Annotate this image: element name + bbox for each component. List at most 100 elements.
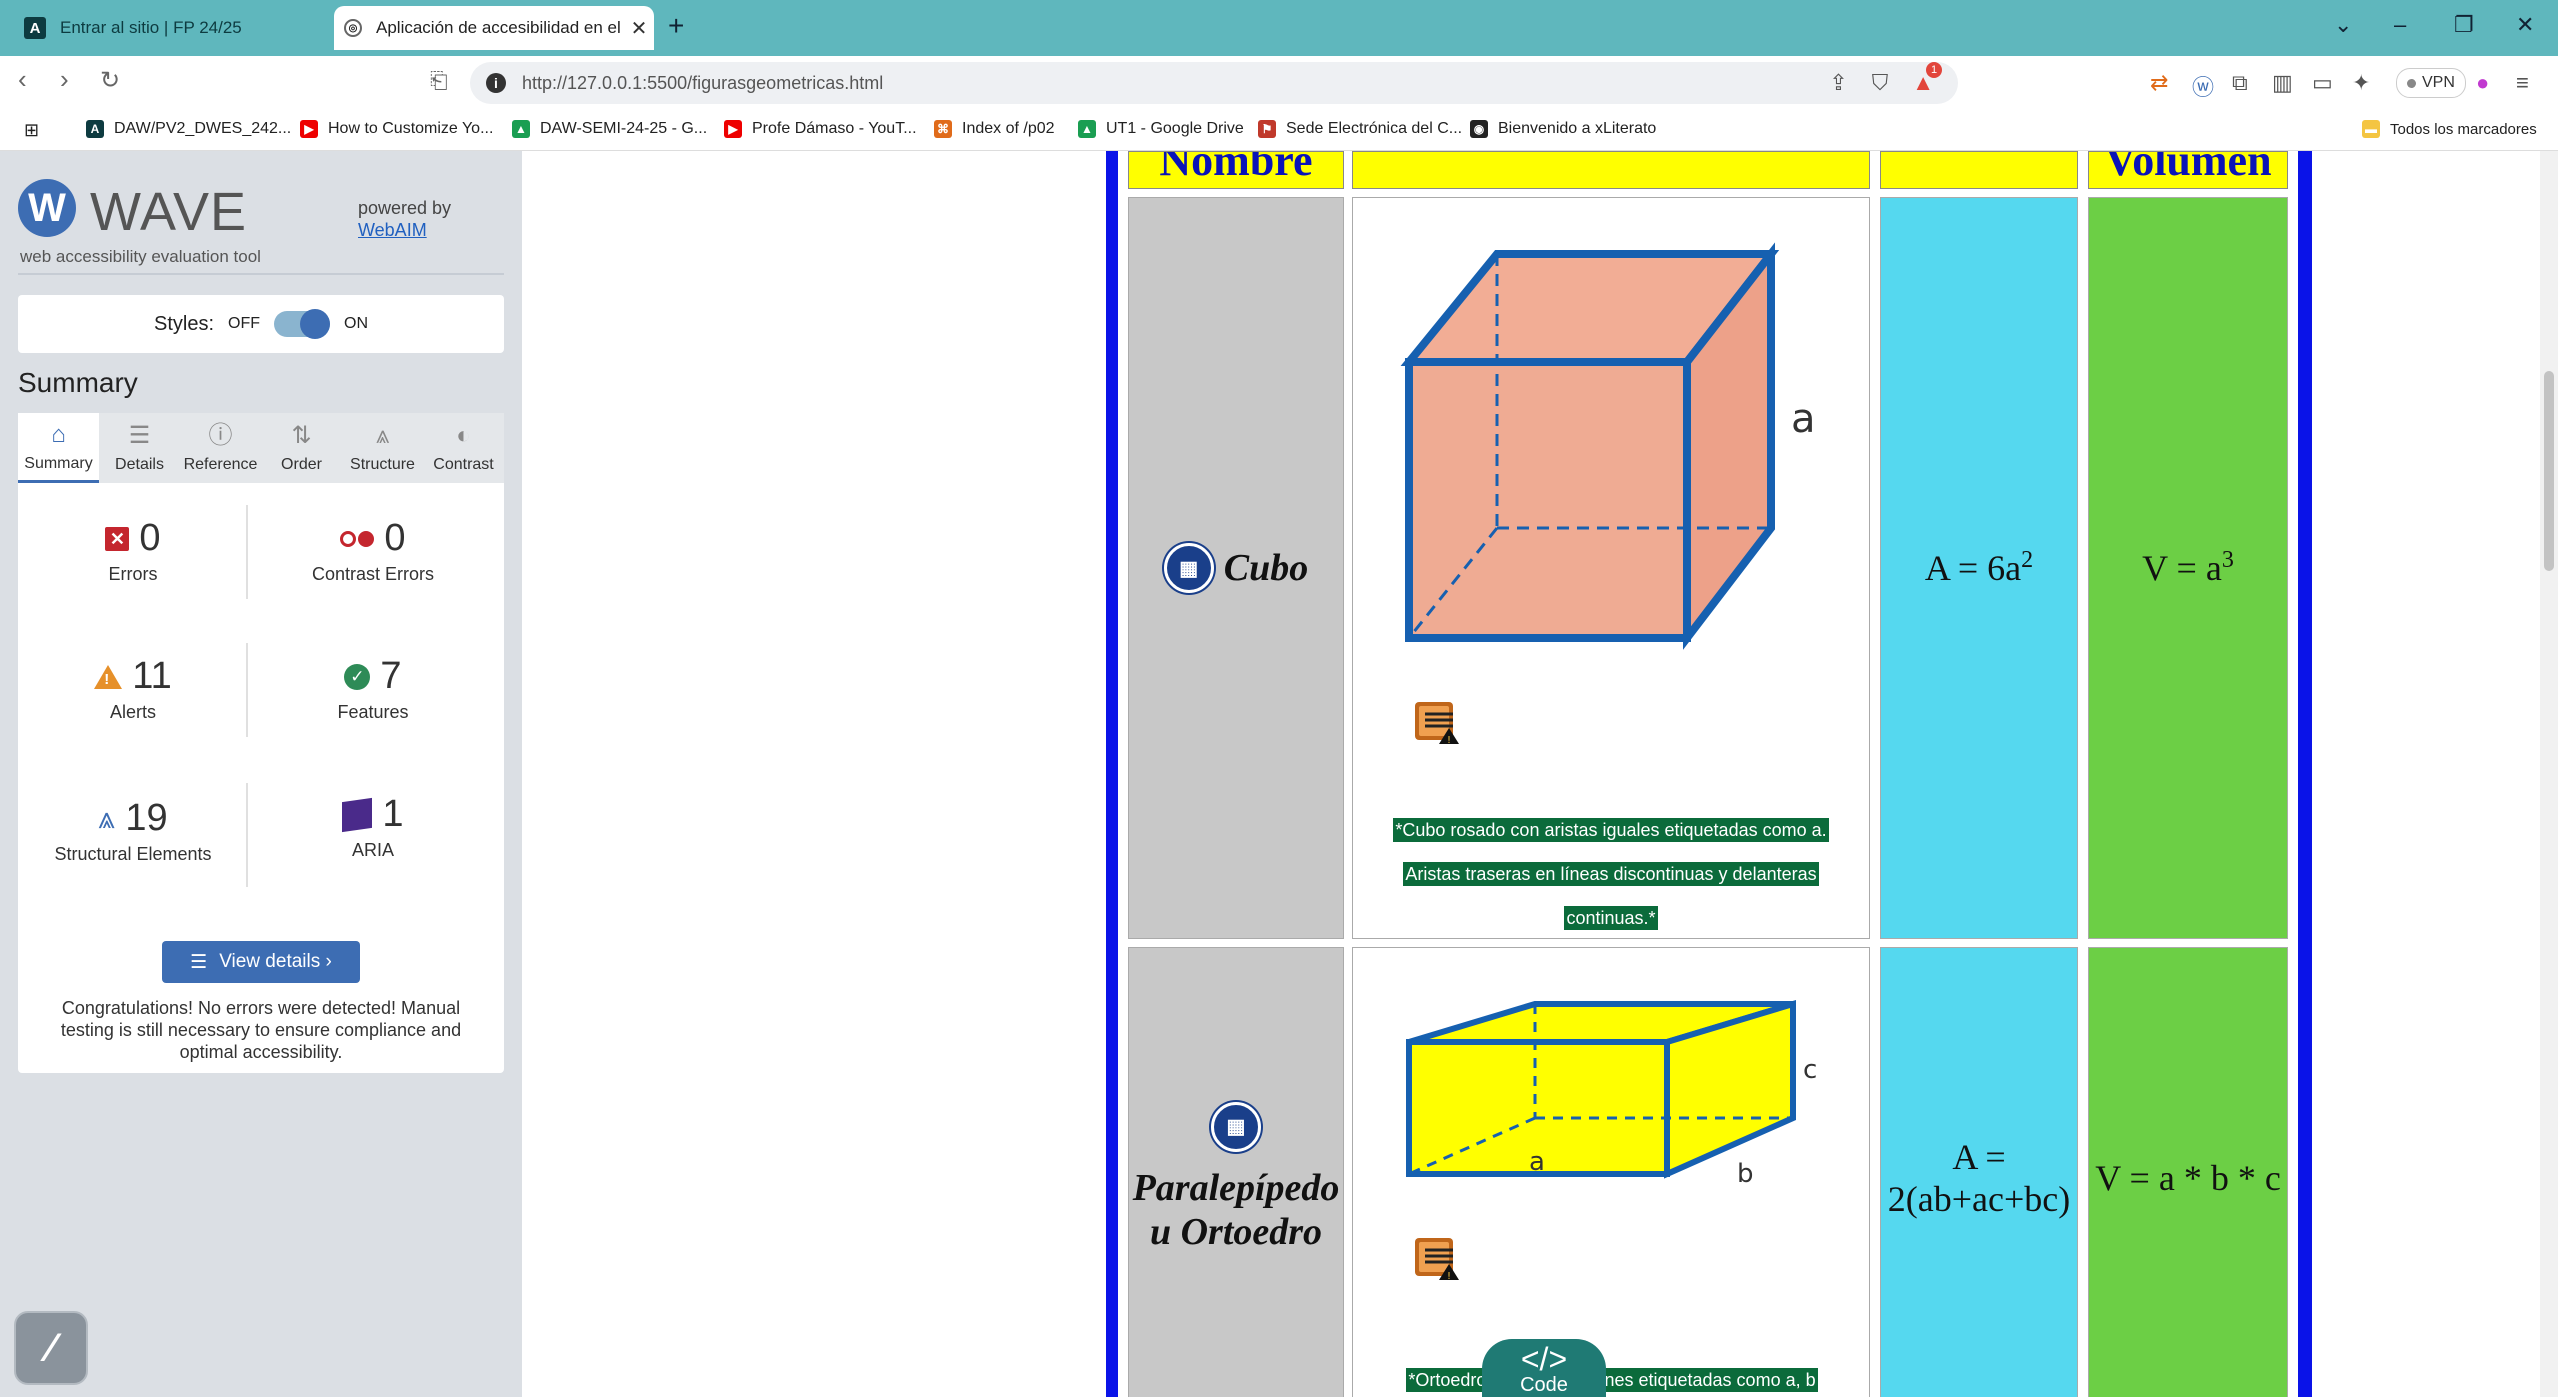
forward-button[interactable]: › (60, 64, 69, 95)
leo-ai-icon[interactable]: ✦ (2352, 70, 2370, 96)
edge-label-a: a (1529, 1147, 1545, 1177)
tab-title: Entrar al sitio | FP 24/25 (60, 18, 242, 37)
table-icon[interactable]: ▦ (1163, 543, 1214, 593)
alt-text-alert-icon[interactable]: ! (1413, 698, 1461, 746)
alert-icon: ! (94, 664, 123, 689)
bookmark-icon[interactable]: ⎗ (430, 68, 448, 94)
bookmark-item[interactable]: ▶ How to Customize Yo... (300, 120, 493, 138)
page-scrollbar[interactable] (2540, 151, 2558, 1397)
alerts-stat[interactable]: ! 11 Alerts (18, 655, 248, 723)
extensions-puzzle-icon[interactable]: ⧉ (2232, 70, 2248, 96)
restore-button[interactable]: ❐ (2454, 12, 2474, 38)
row-area-cubo: A = 6a2 (1880, 197, 2078, 939)
wave-logo-text: WAVE (90, 182, 248, 242)
aria-label: ARIA (351, 840, 394, 860)
url-text[interactable]: http://127.0.0.1:5500/figurasgeometricas… (522, 73, 1829, 94)
bookmark-item[interactable]: ▲ DAW-SEMI-24-25 - G... (512, 120, 707, 138)
header-area (1880, 151, 2078, 189)
volume-formula: V = a * b * c (2095, 1158, 2281, 1198)
contrast-errors-stat[interactable]: 0 Contrast Errors (258, 517, 488, 585)
cuboid-image: a b c (1406, 999, 1817, 1188)
tab-order[interactable]: ⇅ Order (261, 413, 342, 483)
alt-text-alert-icon[interactable]: ! (1413, 1234, 1461, 1282)
tab-moodle[interactable]: A Entrar al sitio | FP 24/25 (14, 6, 314, 50)
sidebar-icon[interactable]: ▥ (2272, 70, 2293, 96)
edge-label-b: b (1737, 1159, 1754, 1188)
wave-tagline: web accessibility evaluation tool (20, 247, 261, 266)
tab-structure[interactable]: ⩓ Structure (342, 413, 423, 483)
network-extension-icon[interactable]: ⇄ (2150, 70, 2168, 96)
close-window-button[interactable]: ✕ (2516, 12, 2534, 38)
toggle-knob (300, 309, 331, 339)
tab-details[interactable]: ☰ Details (99, 413, 180, 483)
bookmark-item[interactable]: ⌘ Index of /p02 (934, 120, 1055, 138)
table-icon[interactable]: ▦ (1211, 1102, 1261, 1152)
bookmark-item[interactable]: ▲ UT1 - Google Drive (1078, 120, 1244, 138)
info-icon: ⓘ (208, 422, 233, 449)
errors-label: Errors (108, 564, 158, 584)
bookmark-item[interactable]: A DAW/PV2_DWES_242... (86, 120, 291, 138)
features-stat[interactable]: ✓ 7 Features (258, 655, 488, 723)
aria-stat[interactable]: 1 ARIA (258, 793, 488, 861)
aria-count: 1 (382, 793, 404, 835)
tab-contrast[interactable]: ◐ Contrast (423, 413, 504, 483)
volume-formula: V = a3 (2142, 547, 2234, 588)
vpn-button[interactable]: VPN (2396, 68, 2466, 98)
bookmark-item[interactable]: ◉ Bienvenido a xLiterato (1470, 120, 1656, 138)
styles-toggle-box: Styles: OFF ON (18, 295, 504, 353)
wave-logo-icon: W (18, 179, 76, 237)
structural-stat[interactable]: ⩓ 19 Structural Elements (18, 797, 248, 865)
youtube-icon: ▶ (724, 120, 742, 138)
new-tab-button[interactable]: + (668, 10, 684, 42)
url-bar[interactable]: i http://127.0.0.1:5500/figurasgeometric… (470, 62, 1958, 104)
reload-button[interactable]: ↻ (100, 66, 120, 95)
tab-summary[interactable]: ⌂ Summary (18, 413, 99, 483)
errors-stat[interactable]: ✕ 0 Errors (18, 517, 248, 585)
wave-tab-list: ⌂ Summary ☰ Details ⓘ Reference ⇅ Order ⩓ Str… (18, 413, 504, 483)
close-tab-icon[interactable]: ✕ (624, 16, 654, 41)
all-bookmarks[interactable]: ▬ Todos los marcadores (2362, 120, 2537, 138)
row-image-ortoedro: a b c ! *Ortoedro ama nsiones etiquetada… (1352, 947, 1870, 1397)
tab-reference[interactable]: ⓘ Reference (180, 413, 261, 483)
row-volume-cubo: V = a3 (2088, 197, 2288, 939)
brave-rewards-icon[interactable]: ▲ 1 (1912, 62, 1942, 96)
contrast-errors-count: 0 (384, 517, 406, 559)
divider (18, 273, 504, 275)
moodle-a-icon: A (24, 17, 46, 39)
header-figura (1352, 151, 1870, 189)
sede-electronica-icon: ⚑ (1258, 120, 1276, 138)
tab-accessibility[interactable]: ◎ Aplicación de accesibilidad en el u ✕ (334, 6, 654, 50)
figure-name: Paralepípedo u Ortoedro (1132, 1167, 1340, 1253)
view-details-button[interactable]: ☰ View details › (162, 941, 360, 983)
menu-icon[interactable]: ≡ (2516, 70, 2529, 96)
back-button[interactable]: ‹ (18, 64, 27, 95)
structure-icon: ⩓ (98, 801, 116, 835)
page-content: Nombre Volumen ▦ Cubo a ! *Cubo rosado c… (522, 151, 2558, 1397)
features-count: 7 (380, 655, 402, 697)
share-icon[interactable]: ⇪ (1829, 70, 1847, 96)
youtube-icon: ▶ (300, 120, 318, 138)
row-volume-ortoedro: V = a * b * c (2088, 947, 2288, 1397)
profile-avatar-icon[interactable]: ● (2476, 70, 2489, 96)
webaim-link[interactable]: WebAIM (358, 220, 427, 240)
bookmark-item[interactable]: ▶ Profe Dámaso - YouT... (724, 120, 917, 138)
alt-text-label: *Cubo rosado con aristas iguales etiquet… (1393, 818, 1829, 930)
code-button[interactable]: </> Code (1482, 1339, 1606, 1397)
minimize-button[interactable]: – (2394, 12, 2406, 38)
row-image-cubo: a ! *Cubo rosado con aristas iguales eti… (1352, 197, 1870, 939)
tab-list-chevron-icon[interactable]: ⌄ (2334, 12, 2352, 38)
brave-shield-icon[interactable]: ⛉ (1872, 70, 1889, 96)
code-label: Code (1520, 1374, 1568, 1396)
scrollbar-thumb[interactable] (2544, 371, 2554, 571)
svg-text:!: ! (1447, 735, 1451, 746)
slash-extension-icon[interactable]: ⁄ (14, 1311, 88, 1385)
bookmark-item[interactable]: ⚑ Sede Electrónica del C... (1258, 120, 1462, 138)
styles-toggle[interactable] (274, 309, 331, 339)
aria-icon (342, 797, 373, 832)
apps-grid-icon[interactable]: ⊞ (24, 120, 39, 141)
structural-count: 19 (125, 797, 168, 839)
wallet-icon[interactable]: ▭ (2312, 70, 2333, 96)
edge-label-c: c (1803, 1055, 1817, 1085)
site-info-icon[interactable]: i (486, 73, 506, 93)
wave-extension-icon[interactable]: ⓦ (2192, 70, 2214, 102)
